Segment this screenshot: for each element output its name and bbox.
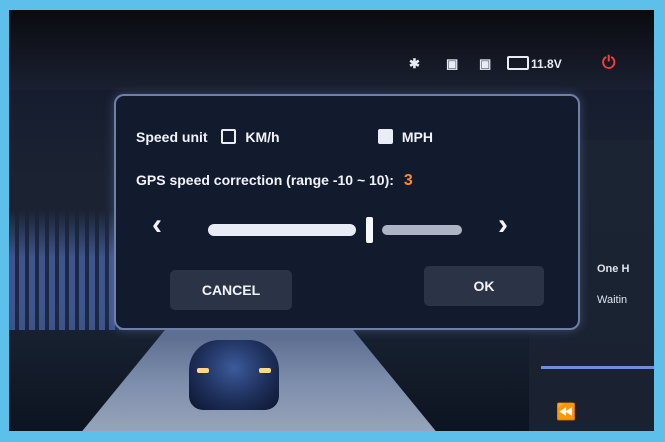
car-taillight xyxy=(259,368,271,373)
mph-checkbox[interactable] xyxy=(378,129,393,144)
lock-icon: ▣ xyxy=(446,56,459,71)
kmh-label[interactable]: KM/h xyxy=(245,129,279,145)
battery-indicator: 11.8V xyxy=(507,56,562,71)
gps-correction-row: GPS speed correction (range -10 ~ 10): 3 xyxy=(136,172,413,190)
battery-icon xyxy=(507,56,529,70)
increase-arrow-icon[interactable]: › xyxy=(498,208,508,242)
status-bar: ✱ ▣ ▣ 11.8V ⏻ xyxy=(9,10,654,90)
slider-filled-track[interactable] xyxy=(208,224,356,236)
mph-option[interactable]: MPH xyxy=(378,129,433,145)
decrease-arrow-icon[interactable]: ‹ xyxy=(152,208,162,242)
gps-correction-label: GPS speed correction (range -10 ~ 10): xyxy=(136,172,394,188)
cancel-button[interactable]: CANCEL xyxy=(170,270,292,310)
mph-label[interactable]: MPH xyxy=(402,129,433,145)
car-image xyxy=(189,340,279,410)
battery-voltage: 11.8V xyxy=(531,57,562,71)
gps-correction-value: 3 xyxy=(403,172,413,189)
lock-icon: ▣ xyxy=(479,56,492,71)
ok-button[interactable]: OK xyxy=(424,266,544,306)
slider-empty-track[interactable] xyxy=(382,225,462,235)
bluetooth-icon: ✱ xyxy=(409,56,420,71)
media-title: One H xyxy=(597,263,630,275)
media-subtitle: Waitin xyxy=(597,294,628,306)
speed-unit-row: Speed unit KM/h xyxy=(136,129,280,145)
gps-speed-dialog: Speed unit KM/h MPH GPS speed correction… xyxy=(114,94,580,330)
equalizer-visual xyxy=(9,210,129,330)
car-taillight xyxy=(197,368,209,373)
slider-thumb[interactable] xyxy=(366,217,373,243)
power-icon[interactable]: ⏻ xyxy=(602,53,615,73)
speed-unit-label: Speed unit xyxy=(136,129,208,145)
rewind-icon[interactable]: ⏪ xyxy=(556,402,576,422)
kmh-checkbox[interactable] xyxy=(221,129,237,144)
media-progress xyxy=(541,366,654,369)
